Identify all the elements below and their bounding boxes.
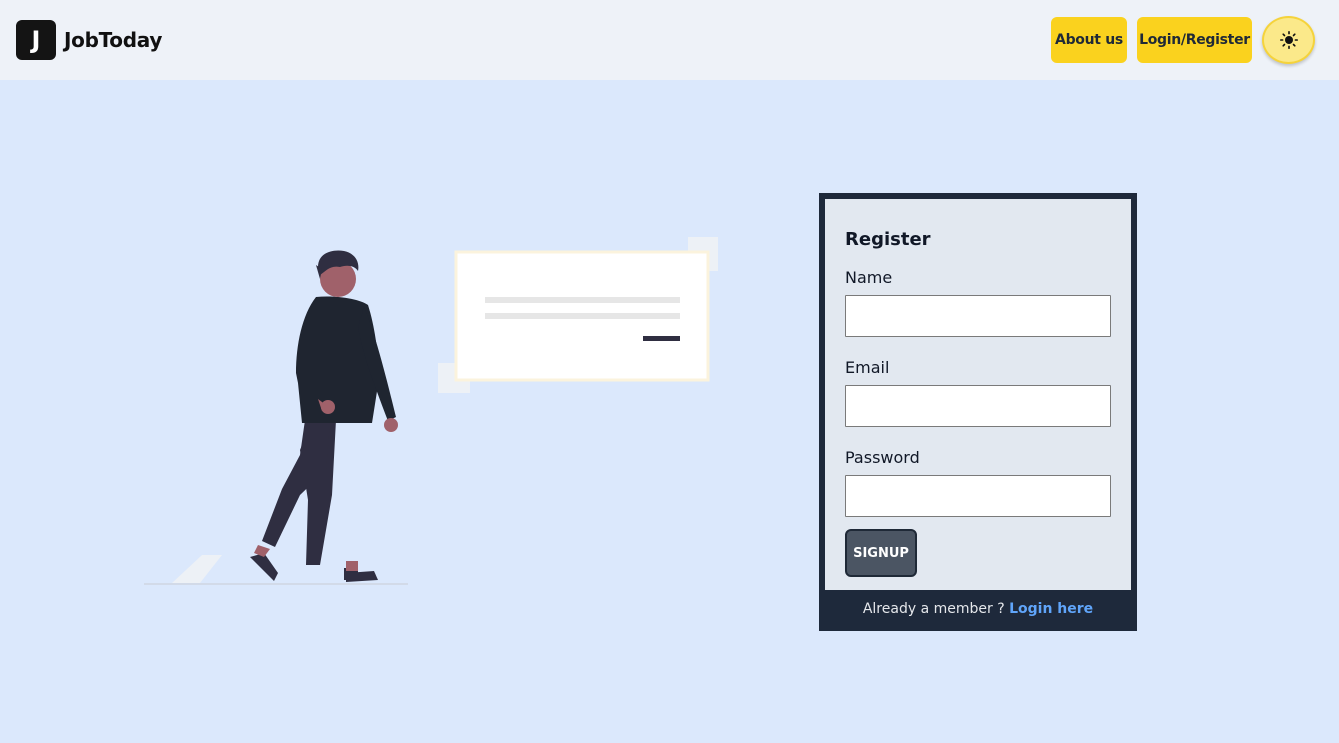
login-prompt: Already a member ? Login here bbox=[819, 601, 1137, 617]
navbar: J JobToday About us Login/Register bbox=[0, 0, 1339, 80]
leaf-shape bbox=[172, 555, 222, 583]
about-us-button[interactable]: About us bbox=[1051, 17, 1127, 63]
signup-button[interactable]: SIGNUP bbox=[845, 529, 917, 577]
sun-icon bbox=[1279, 31, 1298, 49]
email-input[interactable] bbox=[845, 385, 1111, 427]
message-dash bbox=[643, 336, 680, 341]
name-label: Name bbox=[845, 268, 893, 287]
logo[interactable]: J bbox=[16, 20, 56, 60]
register-title: Register bbox=[845, 229, 931, 250]
login-prompt-text: Already a member ? bbox=[862, 601, 1005, 617]
logo-letter: J bbox=[31, 26, 41, 54]
person-figure bbox=[250, 250, 398, 582]
message-line-1 bbox=[485, 297, 680, 303]
hero-illustration bbox=[144, 237, 718, 585]
login-here-link[interactable]: Login here bbox=[1009, 601, 1093, 617]
password-input[interactable] bbox=[845, 475, 1111, 517]
theme-toggle-button[interactable] bbox=[1262, 16, 1315, 64]
password-label: Password bbox=[845, 448, 920, 467]
register-card: Register Name Email Password SIGNUP Alre… bbox=[819, 193, 1137, 631]
email-label: Email bbox=[845, 358, 890, 377]
login-register-button[interactable]: Login/Register bbox=[1137, 17, 1252, 63]
register-form: Register Name Email Password SIGNUP bbox=[825, 199, 1131, 590]
brand-name[interactable]: JobToday bbox=[64, 28, 162, 52]
name-input[interactable] bbox=[845, 295, 1111, 337]
message-line-2 bbox=[485, 313, 680, 319]
